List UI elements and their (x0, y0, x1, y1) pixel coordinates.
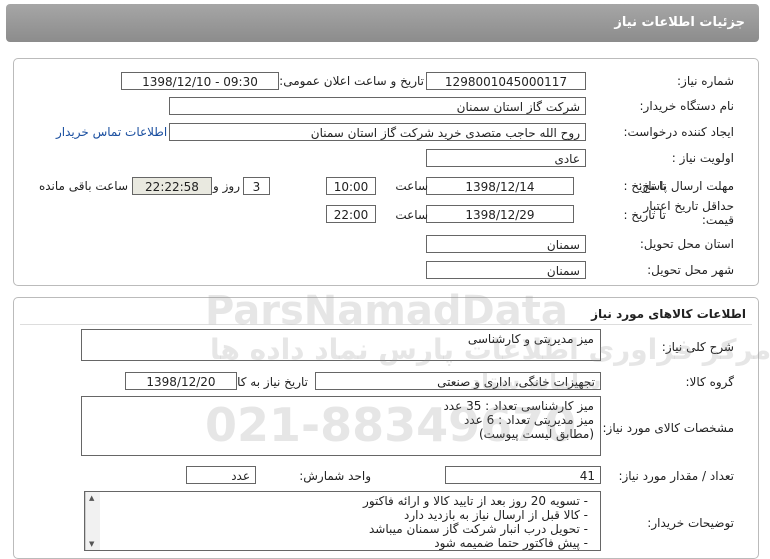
validity-time-label: ساعت (395, 208, 428, 222)
priority-field: عادی (426, 149, 586, 167)
deadline-to-date-label: تا تاریخ : (623, 179, 666, 193)
specs-field: میز کارشناسی تعداد : 35 عدد میز مدیریتی … (81, 396, 601, 456)
summary-field: میز مدیریتی و کارشناسی (81, 329, 601, 361)
section-divider (20, 324, 752, 325)
announce-label: تاریخ و ساعت اعلان عمومی: (279, 74, 424, 88)
validity-to-date-label: تا تاریخ : (623, 208, 666, 222)
buyer-contact-link[interactable]: اطلاعات تماس خریدار (56, 125, 167, 139)
deadline-time-field: 10:00 (326, 177, 376, 195)
creator-label: ایجاد کننده درخواست: (623, 125, 734, 139)
group-label: گروه کالا: (685, 375, 735, 389)
need-number-label: شماره نیاز: (677, 74, 734, 88)
priority-label: اولویت نیاز : (671, 151, 734, 165)
group-field: تجهیزات خانگی، اداری و صنعتی (315, 372, 601, 390)
deadline-time-label: ساعت (395, 179, 428, 193)
goods-panel: اطلاعات کالاهای مورد نیاز شرح کلی نیاز: … (13, 297, 759, 559)
page-header: جزئیات اطلاعات نیاز (6, 4, 759, 42)
buyer-notes-label: توضیحات خریدار: (647, 516, 734, 530)
buyer-notes-scrollbar[interactable]: ▲ ▼ (85, 492, 100, 550)
validity-date-field: 1398/12/29 (426, 205, 574, 223)
creator-field: روح الله حاجب متصدی خرید شرکت گاز استان … (169, 123, 586, 141)
validity-time-field: 22:00 (326, 205, 376, 223)
summary-label: شرح کلی نیاز: (661, 340, 734, 354)
province-field: سمنان (426, 235, 586, 253)
page-title: جزئیات اطلاعات نیاز (614, 15, 745, 30)
days-label: روز و (213, 179, 240, 193)
days-field: 3 (243, 177, 270, 195)
need-date-field: 1398/12/20 (125, 372, 237, 390)
quantity-field: 41 (445, 466, 601, 484)
remaining-label: ساعت باقی مانده (38, 179, 128, 193)
goods-section-title: اطلاعات کالاهای مورد نیاز (591, 307, 746, 321)
deadline-date-field: 1398/12/14 (426, 177, 574, 195)
unit-label: واحد شمارش: (299, 469, 371, 483)
scroll-up-icon[interactable]: ▲ (89, 494, 94, 502)
need-number-field: 1298001045000117 (426, 72, 586, 90)
validity-label-2: قیمت: (701, 213, 734, 227)
specs-label: مشخصات کالای مورد نیاز: (602, 421, 734, 435)
announce-field: 1398/12/10 - 09:30 (121, 72, 279, 90)
unit-field: عدد (186, 466, 256, 484)
city-label: شهر محل تحویل: (647, 263, 734, 277)
need-info-panel: شماره نیاز: 1298001045000117 تاریخ و ساع… (13, 58, 759, 286)
buyer-notes-field: - تسویه 20 روز بعد از تایید کالا و ارائه… (84, 491, 601, 551)
buyer-org-field: شرکت گاز استان سمنان (169, 97, 586, 115)
quantity-label: تعداد / مقدار مورد نیاز: (618, 469, 734, 483)
need-date-label: تاریخ نیاز به کالا: (226, 375, 308, 389)
remaining-time-field: 22:22:58 (132, 177, 212, 195)
buyer-org-label: نام دستگاه خریدار: (639, 99, 735, 113)
province-label: استان محل تحویل: (639, 237, 734, 251)
city-field: سمنان (426, 261, 586, 279)
scroll-down-icon[interactable]: ▼ (89, 540, 94, 548)
